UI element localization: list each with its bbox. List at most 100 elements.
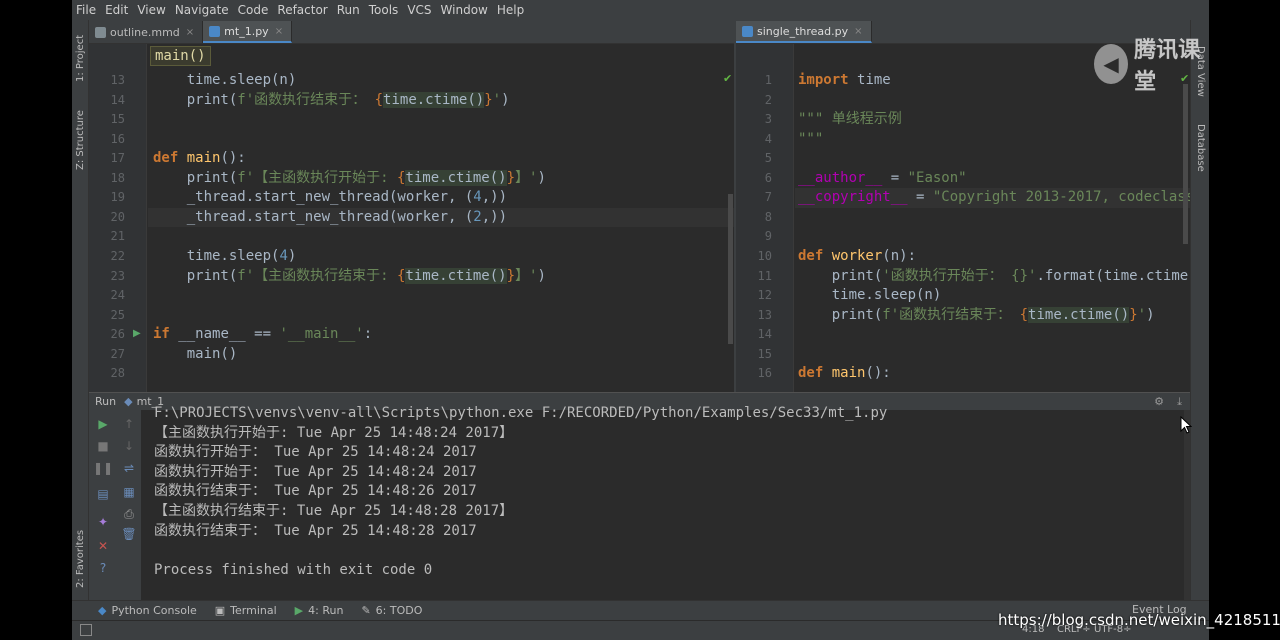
editor-tab-label: single_thread.py [757,24,849,38]
line-number: 11 [757,268,772,283]
code-line[interactable]: """ [798,130,823,150]
editor-tab[interactable]: single_thread.py × [736,21,872,43]
line-number: 8 [764,209,772,224]
bottom-tab-label: 6: TODO [375,604,423,617]
ide-window: File Edit View Navigate Code Refactor Run Tools… [72,0,1209,640]
code-line[interactable]: __copyright__ = "Copyright 2013-2017, co… [798,188,1190,208]
run-icon: ▶ [294,604,304,617]
code-line[interactable]: """ 单线程示例 [798,110,902,130]
pin-tab-icon[interactable]: ✦ [95,514,111,530]
code-line[interactable]: print(f'函数执行结束于： {time.ctime()}') [153,91,510,111]
clear-all-icon[interactable]: 🗑 [121,526,137,542]
line-number: 27 [110,346,125,361]
line-number: 5 [764,151,772,166]
bottom-tab-terminal[interactable]: ▣ Terminal [215,604,277,617]
bottom-tab-label: Python Console [111,604,197,617]
run-toolbar: ▶ ↑ ■ ↓ ❚❚ ⇌ ▤ ▦ ⎙ ✦ 🗑 ✕ ? [89,410,141,600]
right-code-editor[interactable]: 1 import time 2 3 """ 单线程示例 4 """ 5 6 __author__ … [736,44,1190,392]
run-console[interactable]: F:\PROJECTS\venvs\venv-all\Scripts\pytho… [141,405,1190,600]
database-tool-button[interactable]: Database [1195,124,1206,172]
rerun-icon[interactable]: ▶ [95,416,111,432]
soft-wrap-icon[interactable]: ⇌ [121,460,137,476]
line-number: 25 [110,307,125,322]
line-number: 16 [757,366,772,381]
code-line[interactable]: time.sleep(n) [153,71,297,91]
tool-windows-toggle-icon[interactable] [80,624,92,636]
project-tool-button[interactable]: 1: Project [75,35,86,82]
settings-gear-icon[interactable]: ⚙ [1154,395,1164,408]
breadcrumb[interactable]: main() [150,46,211,66]
line-number: 21 [110,229,125,244]
bottom-tab-label: 4: Run [308,604,344,617]
close-icon[interactable]: ✕ [95,538,111,554]
structure-tool-button[interactable]: Z: Structure [75,110,86,170]
bottom-tab-run[interactable]: ▶ 4: Run [295,604,344,617]
dump-threads-icon[interactable]: ▤ [95,486,111,502]
blog-url-watermark: https://blog.csdn.net/weixin_42185114 [998,611,1280,629]
line-number: 4 [764,131,772,146]
right-scrollbar[interactable] [1183,84,1188,244]
menu-item[interactable]: Run [337,3,360,17]
code-line[interactable]: def worker(n): [798,247,916,267]
line-number: 23 [110,268,125,283]
menu-item[interactable]: Refactor [277,3,327,17]
line-number: 13 [110,73,125,87]
hide-panel-icon[interactable]: ⤓ [1177,395,1182,409]
code-line[interactable]: print('函数执行开始于： {}'.format(time.ctime( [798,267,1190,287]
line-number: 24 [110,288,125,303]
scroll-up-icon[interactable]: ↑ [121,416,137,432]
console-scrollbar[interactable] [1184,410,1190,600]
letterbox-left [0,0,72,640]
print-icon[interactable]: ⎙ [121,506,137,522]
bottom-tab-todo[interactable]: ✎ 6: TODO [361,604,422,617]
bottom-tab-label: Terminal [230,604,277,617]
favorites-tool-button[interactable]: 2: Favorites [75,530,86,588]
line-number: 6 [764,170,772,185]
scroll-down-icon[interactable]: ↓ [121,438,137,454]
run-gutter-icon[interactable]: ▶ [133,328,141,339]
editor-tab[interactable]: outline.mmd × [89,21,204,43]
help-icon[interactable]: ? [95,560,111,576]
close-tab-icon[interactable]: × [854,26,862,37]
line-number: 10 [757,248,772,263]
scroll-to-end-icon[interactable]: ▦ [121,484,137,500]
code-line[interactable]: print(f'【主函数执行开始于: {time.ctime()}】') [153,169,546,189]
menu-item[interactable]: VCS [407,3,431,17]
line-number: 15 [110,112,125,127]
menu-item[interactable]: Help [497,3,524,17]
left-scrollbar[interactable] [728,194,733,344]
pause-icon[interactable]: ❚❚ [93,460,113,476]
editor-tab[interactable]: mt_1.py × [203,21,293,43]
menu-item[interactable]: Edit [105,3,128,17]
code-line[interactable]: print(f'函数执行结束于： {time.ctime()}') [798,306,1155,326]
code-line[interactable]: import time [798,71,891,91]
close-tab-icon[interactable]: × [186,27,194,38]
code-line[interactable]: time.sleep(n) [798,286,942,306]
code-line[interactable]: def main(): [153,149,246,169]
mouse-cursor-icon [1180,416,1192,434]
code-line[interactable]: if __name__ == '__main__': [153,325,372,345]
code-line[interactable]: main() [153,345,238,365]
code-line[interactable]: time.sleep(4) [153,247,297,267]
menu-item[interactable]: File [76,3,96,17]
menu-item[interactable]: Navigate [175,3,229,17]
stop-icon[interactable]: ■ [95,438,111,454]
code-line[interactable]: _thread.start_new_thread(worker, (4,)) [153,188,507,208]
menu-item[interactable]: Window [441,3,488,17]
close-tab-icon[interactable]: × [275,26,283,37]
console-line: F:\PROJECTS\venvs\venv-all\Scripts\pytho… [154,405,888,421]
menu-item[interactable]: View [137,3,165,17]
code-line[interactable]: def main(): [798,364,891,384]
line-number: 22 [110,248,125,263]
bottom-tab-python[interactable]: ◆ Python Console [98,604,197,617]
menu-item[interactable]: Code [238,3,269,17]
code-line[interactable]: print(f'【主函数执行结束于: {time.ctime()}】') [153,267,546,287]
line-number: 18 [110,170,125,185]
left-code-editor[interactable]: 13 time.sleep(n) 14 print(f'函数执行结束于： {tim… [89,44,734,392]
line-number: 9 [764,229,772,244]
menu-item[interactable]: Tools [369,3,399,17]
code-line[interactable]: __author__ = "Eason" [798,169,967,189]
inspection-ok-icon: ✔ [723,72,733,85]
markdown-file-icon [95,26,106,38]
code-line[interactable]: _thread.start_new_thread(worker, (2,)) [153,208,507,228]
